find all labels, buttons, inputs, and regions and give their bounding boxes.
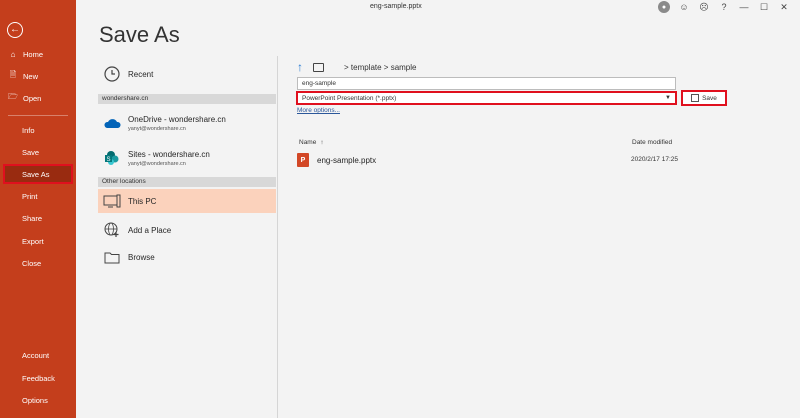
save-disk-icon [691,94,700,102]
location-text: Sites - wondershare.cn yanyt@wondershare… [128,150,210,167]
computer-icon [102,191,122,211]
title-bar-controls: ● ☺ ☹ ? — ☐ ✕ [658,1,794,13]
table-row[interactable]: P eng-sample.pptx 2020/2/17 17:25 [297,152,717,168]
cloud-icon [102,113,122,133]
save-button-label: Save [702,94,717,102]
location-label: This PC [128,196,157,206]
sidebar-item-label: Print [22,191,38,201]
file-date: 2020/2/17 17:25 [631,156,678,163]
frown-icon[interactable]: ☹ [694,1,714,13]
powerpoint-file-icon: P [297,153,309,167]
sharepoint-icon: S [102,148,122,168]
sidebar-item-export[interactable]: Export [0,231,76,251]
sidebar-item-new[interactable]: 🗎 New [0,66,76,86]
location-account: yanyt@wondershare.cn [128,160,186,167]
home-icon: ⌂ [10,49,16,59]
sidebar-item-label: Home [23,49,44,59]
close-window-button[interactable]: ✕ [774,1,794,13]
sidebar-divider [8,115,68,116]
sidebar-item-home[interactable]: ⌂ Home [0,44,76,64]
maximize-button[interactable]: ☐ [754,1,774,13]
location-text: OneDrive - wondershare.cn yanyt@wondersh… [128,115,226,132]
sidebar-item-label: Save As [22,169,50,179]
sidebar-item-label: Open [23,93,42,103]
location-add-place[interactable]: Add a Place [98,219,276,241]
location-label: Add a Place [128,225,172,235]
up-arrow-icon[interactable]: ↑ [297,60,303,74]
sidebar-item-print[interactable]: Print [0,186,76,206]
sidebar-item-options[interactable]: Options [0,390,76,410]
sidebar-item-label: Options [22,395,48,405]
chevron-down-icon: ▼ [665,95,671,101]
filetype-selected: PowerPoint Presentation (*.pptx) [302,94,397,102]
sidebar-item-label: Export [22,236,44,246]
new-doc-icon: 🗎 [9,70,17,79]
location-label: OneDrive - wondershare.cn [128,114,226,124]
section-wondershare: wondershare.cn [98,94,276,104]
title-bar: eng-sample.pptx ● ☺ ☹ ? — ☐ ✕ [76,0,800,14]
panel-divider [277,56,278,418]
sidebar-item-label: New [23,71,39,81]
column-label: Name [299,139,317,146]
filetype-dropdown[interactable]: PowerPoint Presentation (*.pptx) ▼ [296,91,677,105]
path-bar: ↑ > template > sample [297,60,416,74]
sidebar-item-label: Close [22,258,42,268]
section-other-locations: Other locations [98,177,276,187]
save-button[interactable]: Save [681,90,727,106]
location-label: Sites - wondershare.cn [128,149,210,159]
page-title: Save As [99,22,180,47]
location-account: yanyt@wondershare.cn [128,125,186,132]
sidebar-item-save-as[interactable]: Save As [3,164,73,184]
location-onedrive[interactable]: OneDrive - wondershare.cn yanyt@wondersh… [98,110,276,136]
sidebar-item-account[interactable]: Account [0,345,76,365]
sort-arrow-icon: ↑ [320,139,324,146]
column-header-date[interactable]: Date modified [632,139,672,146]
backstage-sidebar: ← ⌂ Home 🗎 New 🗁 Open Info Save Save As … [0,0,76,418]
sidebar-item-label: Info [22,125,35,135]
location-sites[interactable]: S Sites - wondershare.cn yanyt@wondersha… [98,145,276,171]
sidebar-item-label: Save [22,147,40,157]
column-header-name[interactable]: Name ↑ [299,139,324,146]
sidebar-item-feedback[interactable]: Feedback [0,368,76,388]
sidebar-item-label: Feedback [22,373,55,383]
sidebar-item-label: Share [22,213,43,223]
more-options-link[interactable]: More options... [297,107,340,114]
smiley-icon[interactable]: ☺ [674,1,694,13]
folder-icon[interactable] [313,62,324,72]
breadcrumb[interactable]: > template > sample [344,63,416,72]
location-recent[interactable]: Recent [98,63,276,85]
clock-icon [102,64,122,84]
sidebar-item-save[interactable]: Save [0,142,76,162]
location-label: Browse [128,252,155,262]
globe-plus-icon [102,220,122,240]
document-title: eng-sample.pptx [370,3,422,10]
location-label: Recent [128,69,154,79]
minimize-button[interactable]: — [734,1,754,13]
help-button[interactable]: ? [714,1,734,13]
sidebar-item-close[interactable]: Close [0,253,76,273]
sidebar-item-label: Account [22,350,50,360]
user-avatar-icon[interactable]: ● [658,1,670,13]
folder-open-icon: 🗁 [8,92,18,101]
sidebar-item-share[interactable]: Share [0,208,76,228]
location-this-pc[interactable]: This PC [98,189,276,213]
svg-text:S: S [106,157,110,163]
sidebar-item-info[interactable]: Info [0,120,76,140]
back-arrow-icon[interactable]: ← [7,22,23,38]
sidebar-item-open[interactable]: 🗁 Open [0,88,76,108]
folder-icon [102,247,122,267]
location-browse[interactable]: Browse [98,246,276,268]
file-name: eng-sample.pptx [317,155,377,165]
filename-input[interactable] [297,77,676,90]
